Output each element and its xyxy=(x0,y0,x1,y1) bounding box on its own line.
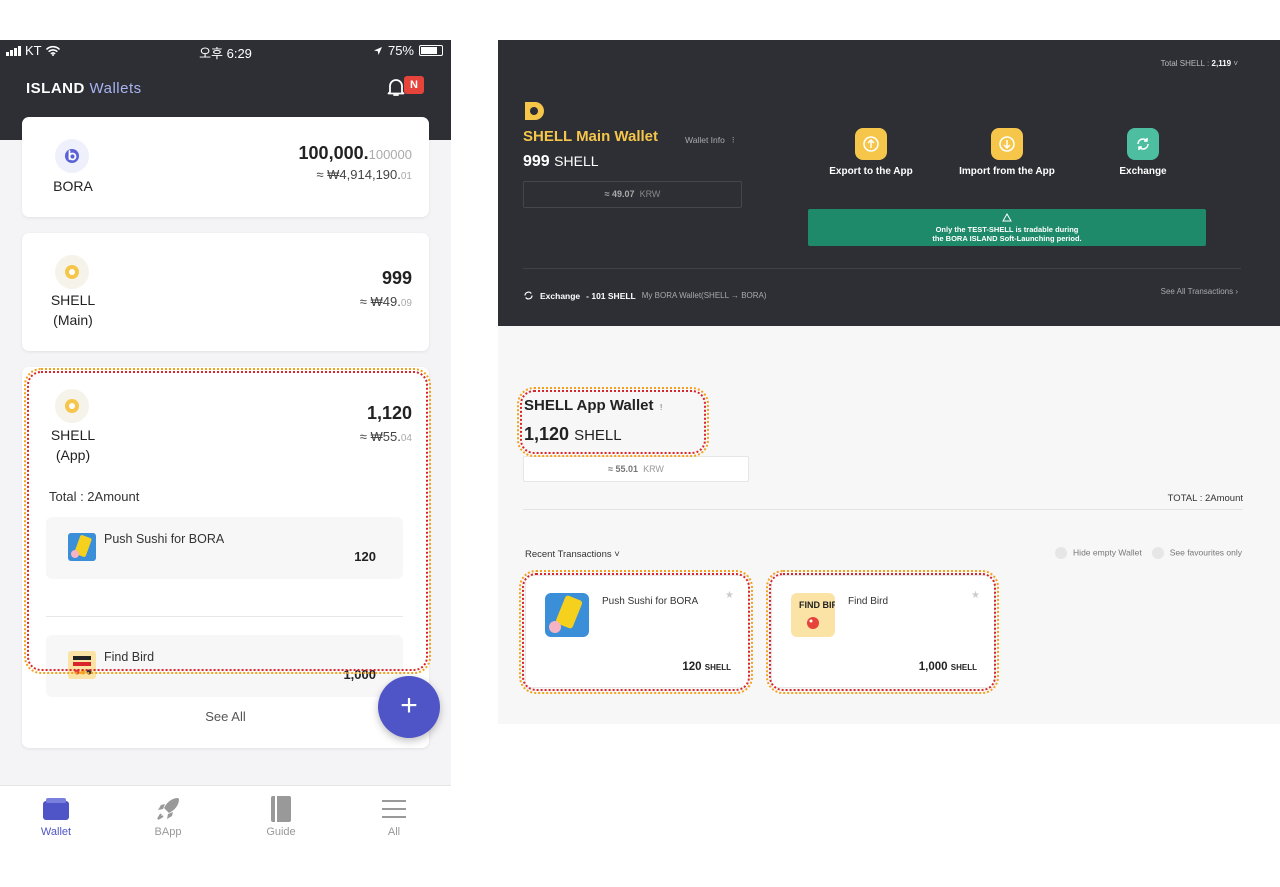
find-bird-app-icon: FIND BIRD xyxy=(791,593,835,637)
soft-launch-notice: Only the TEST-SHELL is tradable during t… xyxy=(808,209,1206,246)
wallet-info-link[interactable]: Wallet Info ⁝ xyxy=(685,135,735,146)
bora-wallet-card[interactable]: BORA 100,000.100000 ≈ ₩4,914,190.01 xyxy=(22,117,429,217)
tab-wallet[interactable]: Wallet xyxy=(16,792,96,838)
wallet-icon xyxy=(43,798,69,820)
shell-app-amount: 1,120 xyxy=(366,403,412,423)
shell-app-wallet-card[interactable]: SHELL (App) 1,120 ≈ ₩55.04 Total : 2Amoun… xyxy=(22,367,429,748)
bell-icon[interactable] xyxy=(386,77,406,97)
rocket-icon xyxy=(157,798,179,820)
app-card-find-bird[interactable]: FIND BIRD Find Bird ★ 1,000 SHELL xyxy=(771,575,995,688)
find-bird-name: Find Bird xyxy=(104,650,155,664)
divider xyxy=(523,268,1241,269)
exchange-icon xyxy=(1137,138,1149,150)
see-all-transactions-link[interactable]: See All Transactions › xyxy=(1161,287,1238,296)
desktop-wallet: Total SHELL : 2,119 ˅ SHELL Main Wallet … xyxy=(498,40,1280,724)
find-bird-app-icon xyxy=(68,651,96,679)
app-wallet-krw: ≈ 55.01 KRW xyxy=(523,456,749,482)
app-title: ISLAND Wallets xyxy=(26,80,142,97)
push-sushi-name: Push Sushi for BORA xyxy=(602,596,699,607)
shell-app-krw: ≈ ₩55.04 xyxy=(359,429,412,444)
total-amount: TOTAL : 2Amount xyxy=(1167,493,1243,504)
shell-app-name: SHELL (App) xyxy=(50,427,96,463)
app-wallet-title: SHELL App Wallet xyxy=(524,397,654,414)
app-card-push-sushi[interactable]: Push Sushi for BORA ★ 120 SHELL xyxy=(525,575,749,688)
recent-transactions-dropdown[interactable]: Recent Transactions ˅ xyxy=(525,549,620,560)
toggle-icon xyxy=(1151,547,1164,559)
tab-bapp[interactable]: BApp xyxy=(128,792,208,838)
warning-icon xyxy=(1002,212,1012,222)
svg-text:FIND BIRD: FIND BIRD xyxy=(799,600,835,610)
toggle-icon xyxy=(1055,547,1068,559)
main-wallet-krw: ≈ 49.07 KRW xyxy=(523,181,742,208)
push-sushi-app-icon xyxy=(68,533,96,561)
shell-coin-icon xyxy=(55,255,89,289)
battery-icon xyxy=(419,45,443,56)
divider xyxy=(523,509,1243,510)
app-wallet-balance: 1,120 SHELL xyxy=(524,424,622,444)
push-sushi-value: 120 xyxy=(354,549,376,564)
bora-name: BORA xyxy=(53,178,93,194)
tab-all[interactable]: All xyxy=(354,792,434,838)
main-wallet-panel: Total SHELL : 2,119 ˅ SHELL Main Wallet … xyxy=(498,40,1280,326)
shell-main-name: SHELL (Main) xyxy=(50,292,96,328)
upload-icon xyxy=(863,136,879,152)
total-shell[interactable]: Total SHELL : 2,119 ˅ xyxy=(1161,59,1238,68)
exchange-button[interactable]: Exchange xyxy=(1088,128,1198,177)
star-icon[interactable]: ★ xyxy=(971,590,980,601)
filter-toggles: Hide empty Wallet See favourites only xyxy=(1055,547,1242,559)
push-sushi-value: 120 SHELL xyxy=(682,661,731,673)
menu-icon xyxy=(382,800,406,818)
find-bird-name: Find Bird xyxy=(848,596,889,607)
list-item-push-sushi[interactable]: Push Sushi for BORA 120 xyxy=(46,517,403,579)
bora-coin-icon xyxy=(55,139,89,173)
app-wallet-info-icon[interactable]: ! xyxy=(660,403,662,412)
location-icon xyxy=(373,46,382,55)
book-icon xyxy=(271,796,291,822)
favourites-only-toggle[interactable]: See favourites only xyxy=(1151,547,1242,559)
refresh-icon xyxy=(524,291,533,300)
mobile-app: KT 오후 6:29 75% ISLAND Wallets N BORA 100… xyxy=(0,40,451,887)
shell-app-coin-icon xyxy=(55,389,89,423)
star-icon[interactable]: ★ xyxy=(725,590,734,601)
notification-badge: N xyxy=(404,76,424,94)
shell-main-amount: 999 xyxy=(381,268,412,288)
divider xyxy=(46,616,403,617)
bottom-tab-bar: Wallet BApp Guide All xyxy=(0,785,451,887)
battery-percent: 75% xyxy=(387,43,414,58)
shell-logo-icon xyxy=(525,102,544,120)
list-item-find-bird[interactable]: Find Bird 1,000 xyxy=(46,635,403,697)
tab-guide[interactable]: Guide xyxy=(241,792,321,838)
find-bird-value: 1,000 SHELL xyxy=(918,661,977,673)
download-icon xyxy=(999,136,1015,152)
import-from-app-button[interactable]: Import from the App xyxy=(952,128,1062,177)
push-sushi-name: Push Sushi for BORA xyxy=(104,532,225,546)
recent-exchange-row: Exchange - 101 SHELL My BORA Wallet(SHEL… xyxy=(523,290,767,301)
push-sushi-app-icon xyxy=(545,593,589,637)
main-wallet-title: SHELL Main Wallet xyxy=(523,128,659,145)
screenshot-canvas: KT 오후 6:29 75% ISLAND Wallets N BORA 100… xyxy=(0,0,1280,887)
shell-main-krw: ≈ ₩49.09 xyxy=(359,294,412,309)
see-all-link[interactable]: See All xyxy=(22,709,429,724)
shell-app-total: Total : 2Amount xyxy=(49,489,140,504)
main-wallet-balance: 999 SHELL xyxy=(523,153,599,170)
bora-krw: ≈ ₩4,914,190.01 xyxy=(316,167,412,182)
status-bar: KT 오후 6:29 75% xyxy=(0,40,451,62)
find-bird-value: 1,000 xyxy=(343,667,376,682)
shell-main-wallet-card[interactable]: SHELL (Main) 999 ≈ ₩49.09 xyxy=(22,233,429,351)
add-button[interactable]: + xyxy=(378,676,440,738)
hide-empty-toggle[interactable]: Hide empty Wallet xyxy=(1055,547,1142,559)
bora-amount: 100,000.100000 xyxy=(298,143,412,163)
export-to-app-button[interactable]: Export to the App xyxy=(816,128,926,177)
